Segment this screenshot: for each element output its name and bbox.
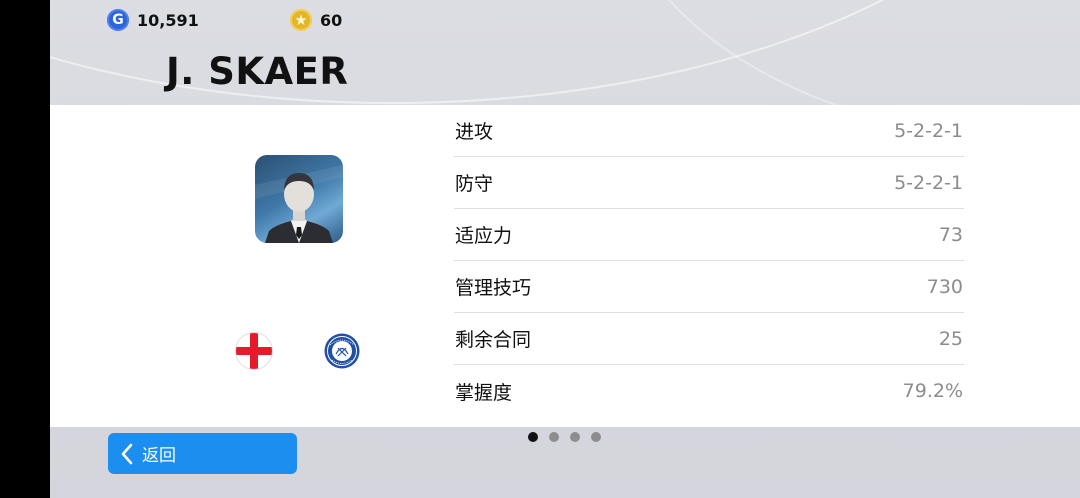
stat-row-proficiency: 掌握度 79.2% xyxy=(454,365,964,417)
stat-value: 25 xyxy=(938,327,963,350)
stat-value: 73 xyxy=(938,223,963,246)
stats-table: 进攻 5-2-2-1 防守 5-2-2-1 适应力 73 管理技巧 730 剩余… xyxy=(454,105,964,417)
stat-row-management-skill: 管理技巧 730 xyxy=(454,261,964,313)
england-flag-icon xyxy=(236,333,272,369)
gp-balance: G 10,591 xyxy=(107,9,199,31)
page-dot-1[interactable] xyxy=(528,432,538,442)
back-button-label: 返回 xyxy=(142,446,176,466)
back-button[interactable]: 返回 xyxy=(108,433,297,474)
stat-label: 进攻 xyxy=(455,121,494,143)
stat-row-adaptability: 适应力 73 xyxy=(454,209,964,261)
stat-value: 79.2% xyxy=(902,380,963,402)
page-dot-3[interactable] xyxy=(570,432,580,442)
star-coin-icon: ★ xyxy=(290,9,312,31)
gp-coin-icon: G xyxy=(107,9,129,31)
stat-row-contract-remaining: 剩余合同 25 xyxy=(454,313,964,365)
page-dot-2[interactable] xyxy=(549,432,559,442)
stat-value: 730 xyxy=(926,275,963,298)
manager-silhouette-icon xyxy=(255,155,343,243)
screen: G 10,591 ★ 60 J. SKAER 进攻 5-2-2-1 防守 5-2… xyxy=(0,0,1080,498)
stat-label: 管理技巧 xyxy=(455,277,532,299)
stat-value: 5-2-2-1 xyxy=(894,171,963,194)
stat-value: 5-2-2-1 xyxy=(894,119,963,142)
stat-row-attack: 进攻 5-2-2-1 xyxy=(454,105,964,157)
coin-balance: ★ 60 xyxy=(290,9,342,31)
stat-row-defense: 防守 5-2-2-1 xyxy=(454,157,964,209)
club-crest-icon xyxy=(324,333,360,369)
stat-label: 适应力 xyxy=(455,225,513,247)
page-indicator xyxy=(528,432,601,442)
chevron-left-icon xyxy=(121,443,133,464)
coin-amount: 60 xyxy=(320,10,343,30)
manager-detail-screen: G 10,591 ★ 60 J. SKAER 进攻 5-2-2-1 防守 5-2… xyxy=(50,0,1080,498)
stat-label: 剩余合同 xyxy=(455,329,532,351)
manager-name: J. SKAER xyxy=(166,50,349,93)
manager-info-panel: 进攻 5-2-2-1 防守 5-2-2-1 适应力 73 管理技巧 730 剩余… xyxy=(50,105,1080,427)
stat-label: 掌握度 xyxy=(455,381,513,404)
screen-bezel xyxy=(0,0,50,498)
page-dot-4[interactable] xyxy=(591,432,601,442)
stat-label: 防守 xyxy=(455,173,494,195)
gp-amount: 10,591 xyxy=(137,10,199,30)
